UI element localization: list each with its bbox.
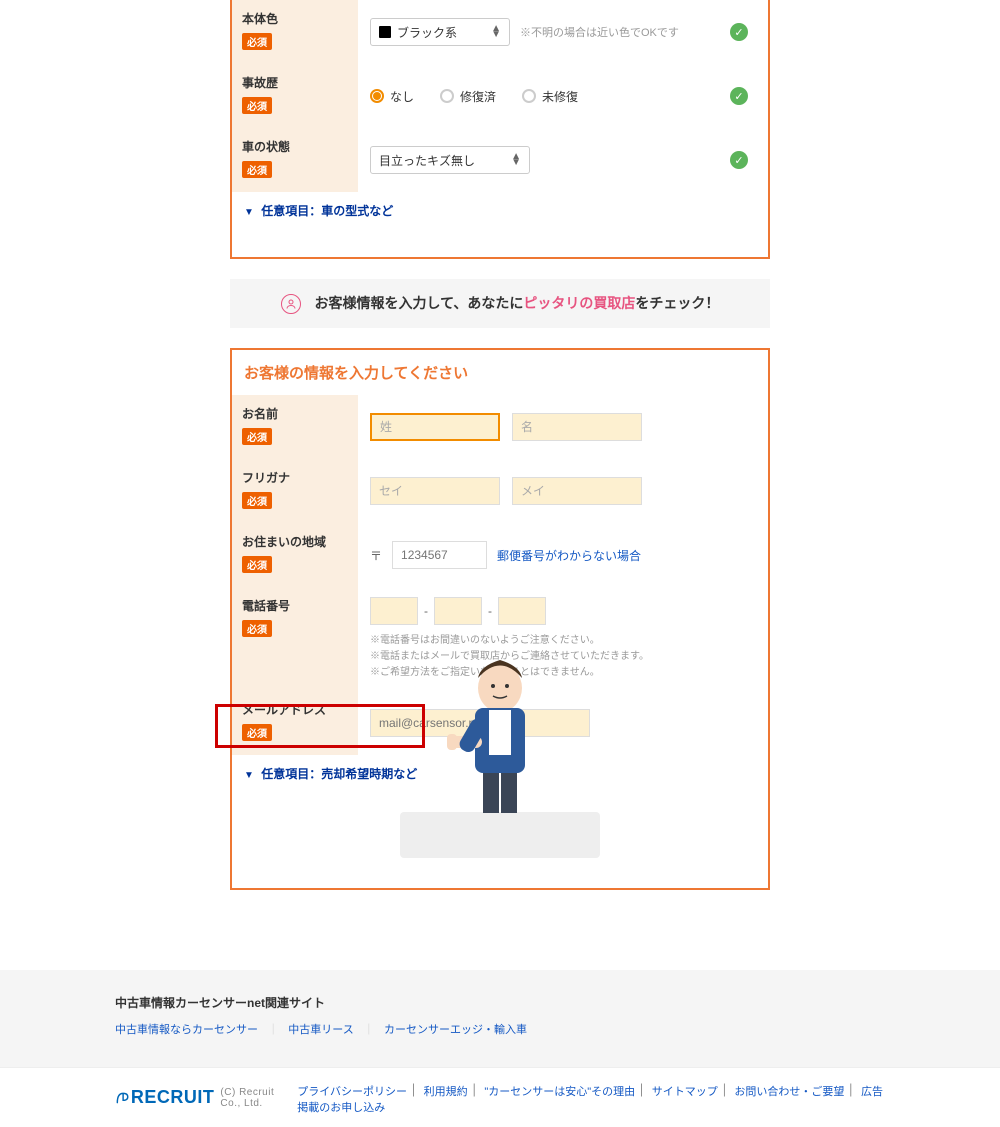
radio-dot-icon	[440, 89, 454, 103]
check-icon: ✓	[730, 151, 748, 169]
nav-sitemap[interactable]: サイトマップ	[652, 1086, 718, 1098]
radio-unrepaired[interactable]: 未修復	[522, 88, 578, 105]
address-label: お住まいの地域	[242, 533, 350, 550]
nav-terms[interactable]: 利用規約	[424, 1086, 468, 1098]
givenname-input[interactable]	[512, 413, 642, 441]
required-badge: 必須	[242, 33, 272, 50]
annotation-highlight-box	[215, 704, 425, 748]
footer: 中古車情報カーセンサーnet関連サイト 中古車情報ならカーセンサー ｜ 中古車リ…	[0, 970, 1000, 1127]
radio-repaired[interactable]: 修復済	[440, 88, 496, 105]
phone-notes: ※電話番号はお間違いのないようご注意ください。 ※電話またはメールで買取店からご…	[370, 633, 649, 681]
customer-form-title: お客様の情報を入力してください	[232, 350, 768, 395]
row-name: お名前 必須	[232, 395, 768, 459]
color-swatch	[379, 26, 391, 38]
required-badge: 必須	[242, 556, 272, 573]
row-kana: フリガナ 必須	[232, 459, 768, 523]
phone-input-1[interactable]	[370, 597, 418, 625]
body-color-helper: ※不明の場合は近い色でOKです	[520, 24, 679, 40]
condition-select[interactable]: 目立ったキズ無し ▲▼	[370, 146, 530, 174]
caret-down-icon: ▼	[244, 770, 254, 781]
optional-car-link[interactable]: 任意項目：車の型式など	[261, 204, 393, 218]
row-address: お住まいの地域 必須 〒 郵便番号がわからない場合	[232, 523, 768, 587]
caret-down-icon: ▼	[244, 207, 254, 218]
submit-area	[232, 792, 768, 888]
nav-contact[interactable]: お問い合わせ・ご要望	[734, 1086, 844, 1098]
accident-label: 事故歴	[242, 74, 350, 91]
nav-privacy[interactable]: プライバシーポリシー	[297, 1086, 407, 1098]
kana-givenname-input[interactable]	[512, 477, 642, 505]
row-body-color: 本体色 必須 ブラック系 ▲▼ ※不明の場合は近い色でOKです ✓	[232, 0, 768, 64]
radio-dot-icon	[370, 89, 384, 103]
footer-related-links: 中古車情報ならカーセンサー ｜ 中古車リース ｜ カーセンサーエッジ・輸入車	[115, 1021, 885, 1037]
footer-link-1[interactable]: 中古車情報ならカーセンサー	[115, 1024, 258, 1036]
required-badge: 必須	[242, 428, 272, 445]
footer-related-title: 中古車情報カーセンサーnet関連サイト	[115, 994, 885, 1011]
info-banner: お客様情報を入力して、あなたにピッタリの買取店をチェック！	[230, 279, 770, 328]
footer-nav: プライバシーポリシー｜ 利用規約｜ "カーセンサーは安心"その理由｜ サイトマッ…	[297, 1080, 885, 1115]
nav-safety[interactable]: "カーセンサーは安心"その理由	[484, 1086, 635, 1098]
check-icon: ✓	[730, 23, 748, 41]
row-phone: 電話番号 必須 - - ※電話番号はお間違いのないようご注意ください。 ※電話ま…	[232, 587, 768, 691]
required-badge: 必須	[242, 161, 272, 178]
body-color-value: ブラック系	[397, 24, 457, 41]
phone-input-2[interactable]	[434, 597, 482, 625]
phone-input-3[interactable]	[498, 597, 546, 625]
submit-button-placeholder[interactable]	[400, 812, 600, 858]
name-label: お名前	[242, 405, 350, 422]
phone-sep: -	[488, 604, 492, 618]
body-color-select[interactable]: ブラック系 ▲▼	[370, 18, 510, 46]
accident-radiogroup: なし 修復済 未修復	[370, 88, 578, 105]
postal-unknown-link[interactable]: 郵便番号がわからない場合	[497, 547, 641, 564]
body-color-label: 本体色	[242, 10, 350, 27]
phone-label: 電話番号	[242, 597, 350, 614]
row-condition: 車の状態 必須 目立ったキズ無し ▲▼ ✓	[232, 128, 768, 192]
postal-input[interactable]	[392, 541, 487, 569]
recruit-logo: RECRUIT (C) Recruit Co., Ltd.	[115, 1087, 297, 1109]
optional-customer-toggle[interactable]: ▼ 任意項目：売却希望時期など	[232, 755, 768, 792]
copyright-text: (C) Recruit Co., Ltd.	[220, 1087, 297, 1109]
radio-nashi[interactable]: なし	[370, 88, 414, 105]
kana-surname-input[interactable]	[370, 477, 500, 505]
required-badge: 必須	[242, 97, 272, 114]
condition-value: 目立ったキズ無し	[379, 152, 475, 169]
kana-label: フリガナ	[242, 469, 350, 486]
select-arrows-icon: ▲▼	[491, 26, 501, 38]
optional-car-toggle[interactable]: ▼ 任意項目：車の型式など	[232, 192, 768, 229]
footer-link-2[interactable]: 中古車リース	[288, 1024, 353, 1036]
check-icon: ✓	[730, 87, 748, 105]
surname-input[interactable]	[370, 413, 500, 441]
row-accident: 事故歴 必須 なし 修復済 未修復 ✓	[232, 64, 768, 128]
phone-sep: -	[424, 604, 428, 618]
optional-customer-link[interactable]: 任意項目：売却希望時期など	[261, 767, 417, 781]
footer-link-3[interactable]: カーセンサーエッジ・輸入車	[384, 1024, 527, 1036]
required-badge: 必須	[242, 620, 272, 637]
radio-dot-icon	[522, 89, 536, 103]
required-badge: 必須	[242, 492, 272, 509]
postal-symbol: 〒	[370, 547, 382, 564]
condition-label: 車の状態	[242, 138, 350, 155]
user-icon	[281, 294, 301, 314]
select-arrows-icon: ▲▼	[511, 154, 521, 166]
